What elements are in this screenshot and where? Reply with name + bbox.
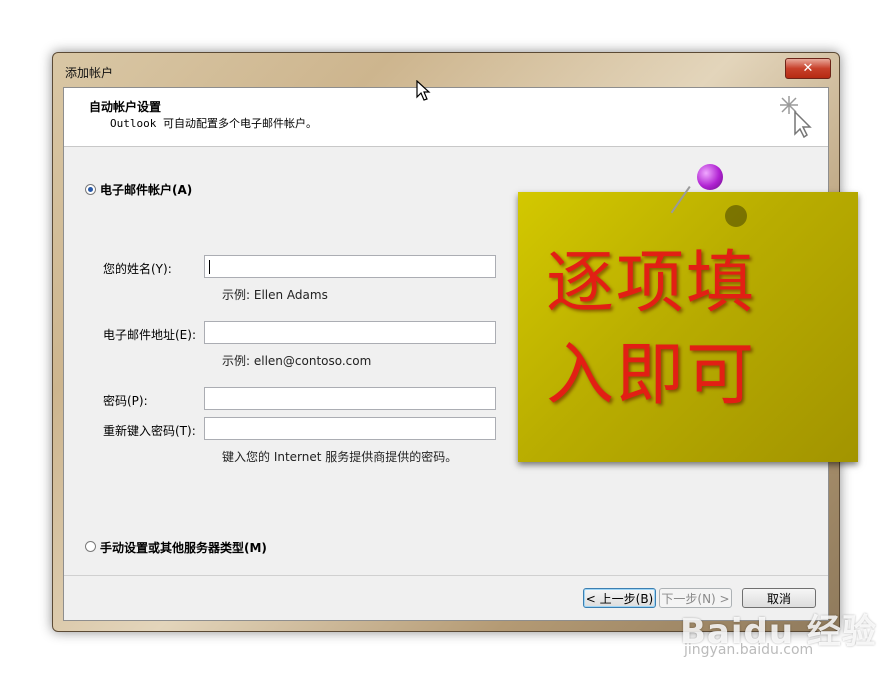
email-account-radio[interactable] bbox=[85, 184, 96, 195]
wizard-sparkle-cursor-icon bbox=[780, 96, 812, 138]
password-hint: 键入您的 Internet 服务提供商提供的密码。 bbox=[222, 450, 458, 464]
header-title: 自动帐户设置 bbox=[89, 100, 162, 114]
name-label: 您的姓名(Y): bbox=[103, 262, 172, 276]
text-caret bbox=[209, 260, 210, 274]
title-bar[interactable]: 添加帐户 ✕ bbox=[53, 53, 839, 85]
close-button[interactable]: ✕ bbox=[785, 58, 831, 79]
name-hint: 示例: Ellen Adams bbox=[222, 288, 328, 302]
password-label: 密码(P): bbox=[103, 394, 148, 408]
window-title: 添加帐户 bbox=[65, 66, 114, 80]
email-hint: 示例: ellen@contoso.com bbox=[222, 354, 372, 368]
footer-divider bbox=[64, 575, 828, 576]
manual-setup-radio[interactable] bbox=[85, 541, 96, 552]
email-account-label[interactable]: 电子邮件帐户(A) bbox=[100, 181, 192, 198]
baidu-watermark-url: jingyan.baidu.com bbox=[684, 642, 814, 658]
note-line-2: 入即可 bbox=[546, 336, 757, 415]
email-input[interactable] bbox=[204, 321, 496, 344]
name-input[interactable] bbox=[204, 255, 496, 278]
note-line-1: 逐项填 bbox=[546, 244, 757, 323]
manual-setup-label[interactable]: 手动设置或其他服务器类型(M) bbox=[100, 539, 267, 556]
password-input[interactable] bbox=[204, 387, 496, 410]
wizard-header: 自动帐户设置 Outlook 可自动配置多个电子邮件帐户。 bbox=[64, 88, 828, 147]
retype-password-input[interactable] bbox=[204, 417, 496, 440]
push-pin-icon bbox=[697, 164, 723, 190]
email-label: 电子邮件地址(E): bbox=[103, 328, 196, 342]
back-button[interactable]: < 上一步(B) bbox=[583, 588, 656, 608]
pin-shadow bbox=[725, 205, 747, 227]
note-text: 逐项填 入即可 bbox=[546, 238, 846, 422]
retype-password-label: 重新键入密码(T): bbox=[103, 424, 196, 438]
header-subtitle: Outlook 可自动配置多个电子邮件帐户。 bbox=[110, 117, 317, 130]
mouse-pointer-icon bbox=[416, 80, 431, 101]
